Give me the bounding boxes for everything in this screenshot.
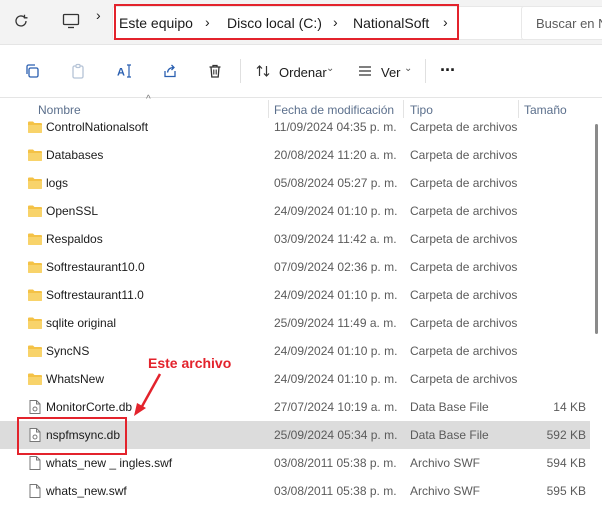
file-type: Archivo SWF bbox=[410, 484, 481, 498]
file-type: Carpeta de archivos bbox=[410, 120, 518, 134]
chevron-right-icon[interactable]: › bbox=[96, 7, 101, 23]
file-date: 24/09/2024 01:10 p. m. bbox=[274, 372, 398, 386]
svg-text:A: A bbox=[117, 67, 125, 79]
file-date: 27/07/2024 10:19 a. m. bbox=[274, 400, 398, 414]
file-highlight bbox=[17, 417, 127, 455]
file-name: WhatsNew bbox=[46, 372, 105, 386]
folder-icon bbox=[27, 119, 43, 135]
chevron-down-icon[interactable]: ⌄ bbox=[326, 63, 334, 74]
file-date: 05/08/2024 05:27 p. m. bbox=[274, 176, 398, 190]
share-icon[interactable] bbox=[160, 61, 180, 81]
folder-icon bbox=[27, 147, 43, 163]
command-bar: A Ordenar ⌄ Ver ⌄ ··· bbox=[0, 45, 602, 98]
file-size: 592 KB bbox=[546, 428, 586, 442]
sort-button[interactable]: Ordenar bbox=[279, 65, 327, 80]
file-type: Carpeta de archivos bbox=[410, 148, 518, 162]
document-icon bbox=[27, 455, 43, 471]
file-row[interactable]: whats_new.swf 03/08/2011 05:38 p. m. Archi… bbox=[0, 477, 590, 505]
file-type: Carpeta de archivos bbox=[410, 344, 518, 358]
file-size: 595 KB bbox=[546, 484, 586, 498]
file-type: Data Base File bbox=[410, 428, 489, 442]
folder-icon bbox=[27, 315, 43, 331]
folder-icon bbox=[27, 343, 43, 359]
file-date: 11/09/2024 04:35 p. m. bbox=[274, 120, 397, 134]
view-button[interactable]: Ver bbox=[381, 65, 401, 80]
file-name: logs bbox=[46, 176, 69, 190]
file-size: 14 KB bbox=[553, 400, 586, 414]
file-type: Carpeta de archivos bbox=[410, 288, 518, 302]
file-date: 24/09/2024 01:10 p. m. bbox=[274, 344, 398, 358]
file-row[interactable]: logs 05/08/2024 05:27 p. m. Carpeta de arc… bbox=[0, 169, 590, 197]
file-type: Carpeta de archivos bbox=[410, 372, 518, 386]
folder-icon bbox=[27, 259, 43, 275]
vertical-scrollbar[interactable] bbox=[592, 120, 600, 507]
folder-icon bbox=[27, 175, 43, 191]
file-date: 07/09/2024 02:36 p. m. bbox=[274, 260, 398, 274]
file-type: Carpeta de archivos bbox=[410, 176, 518, 190]
file-row[interactable]: SyncNS 24/09/2024 01:10 p. m. Carpeta de a… bbox=[0, 337, 590, 365]
chevron-down-icon[interactable]: ⌄ bbox=[404, 63, 412, 74]
file-type: Carpeta de archivos bbox=[410, 316, 518, 330]
database-file-icon bbox=[27, 399, 43, 415]
file-name: whats_new _ ingles.swf bbox=[46, 456, 173, 470]
file-name: sqlite original bbox=[46, 316, 117, 330]
file-row[interactable]: Softrestaurant10.0 07/09/2024 02:36 p. m.… bbox=[0, 253, 590, 281]
toolbar-divider bbox=[240, 59, 241, 83]
file-name: Respaldos bbox=[46, 232, 103, 246]
file-date: 24/09/2024 01:10 p. m. bbox=[274, 204, 398, 218]
file-type: Carpeta de archivos bbox=[410, 204, 518, 218]
file-name: SyncNS bbox=[46, 344, 90, 358]
sort-icon[interactable] bbox=[254, 62, 272, 80]
search-input[interactable]: Buscar en N bbox=[521, 6, 602, 40]
file-type: Data Base File bbox=[410, 400, 489, 414]
folder-icon bbox=[27, 231, 43, 247]
file-date: 03/09/2024 11:42 a. m. bbox=[274, 232, 397, 246]
more-options-button[interactable]: ··· bbox=[440, 60, 456, 81]
file-type: Carpeta de archivos bbox=[410, 260, 518, 274]
file-date: 25/09/2024 11:49 a. m. bbox=[274, 316, 397, 330]
breadcrumb-highlight bbox=[114, 4, 459, 40]
refresh-icon[interactable] bbox=[12, 12, 30, 30]
view-icon[interactable] bbox=[356, 62, 374, 80]
file-type: Archivo SWF bbox=[410, 456, 481, 470]
file-date: 03/08/2011 05:38 p. m. bbox=[274, 456, 397, 470]
file-date: 03/08/2011 05:38 p. m. bbox=[274, 484, 397, 498]
folder-icon bbox=[27, 203, 43, 219]
file-name: MonitorCorte.db bbox=[46, 400, 133, 414]
rename-icon[interactable]: A bbox=[114, 61, 134, 81]
file-name: whats_new.swf bbox=[46, 484, 127, 498]
file-row[interactable]: WhatsNew 24/09/2024 01:10 p. m. Carpeta de… bbox=[0, 365, 590, 393]
copy-icon[interactable] bbox=[22, 61, 42, 81]
annotation-arrow-icon bbox=[134, 373, 162, 416]
file-date: 24/09/2024 01:10 p. m. bbox=[274, 288, 398, 302]
search-placeholder: Buscar en N bbox=[536, 16, 602, 31]
computer-icon[interactable] bbox=[61, 12, 81, 30]
scrollbar-thumb[interactable] bbox=[595, 124, 598, 334]
file-name: Softrestaurant10.0 bbox=[46, 260, 145, 274]
file-row[interactable]: OpenSSL 24/09/2024 01:10 p. m. Carpeta de … bbox=[0, 197, 590, 225]
document-icon bbox=[27, 483, 43, 499]
toolbar-divider bbox=[425, 59, 426, 83]
file-row[interactable]: Databases 20/08/2024 11:20 a. m. Carpeta d… bbox=[0, 141, 590, 169]
paste-icon[interactable] bbox=[68, 61, 88, 81]
trash-icon[interactable] bbox=[205, 61, 225, 81]
file-name: Softrestaurant11.0 bbox=[46, 288, 144, 302]
file-size: 594 KB bbox=[546, 456, 586, 470]
file-type: Carpeta de archivos bbox=[410, 232, 518, 246]
annotation-label: Este archivo bbox=[148, 355, 232, 371]
file-row[interactable]: ControlNationalsoft 11/09/2024 04:35 p. m… bbox=[0, 113, 590, 141]
file-row[interactable]: Respaldos 03/09/2024 11:42 a. m. Carpeta d… bbox=[0, 225, 590, 253]
file-date: 20/08/2024 11:20 a. m. bbox=[274, 148, 397, 162]
file-row[interactable]: Softrestaurant11.0 24/09/2024 01:10 p. m.… bbox=[0, 281, 590, 309]
sort-ascending-icon: ^ bbox=[146, 94, 151, 105]
folder-icon bbox=[27, 371, 43, 387]
file-name: OpenSSL bbox=[46, 204, 99, 218]
file-date: 25/09/2024 05:34 p. m. bbox=[274, 428, 398, 442]
file-row[interactable]: sqlite original 25/09/2024 11:49 a. m. Car… bbox=[0, 309, 590, 337]
file-name: Databases bbox=[46, 148, 104, 162]
folder-icon bbox=[27, 287, 43, 303]
file-name: ControlNationalsoft bbox=[46, 120, 149, 134]
